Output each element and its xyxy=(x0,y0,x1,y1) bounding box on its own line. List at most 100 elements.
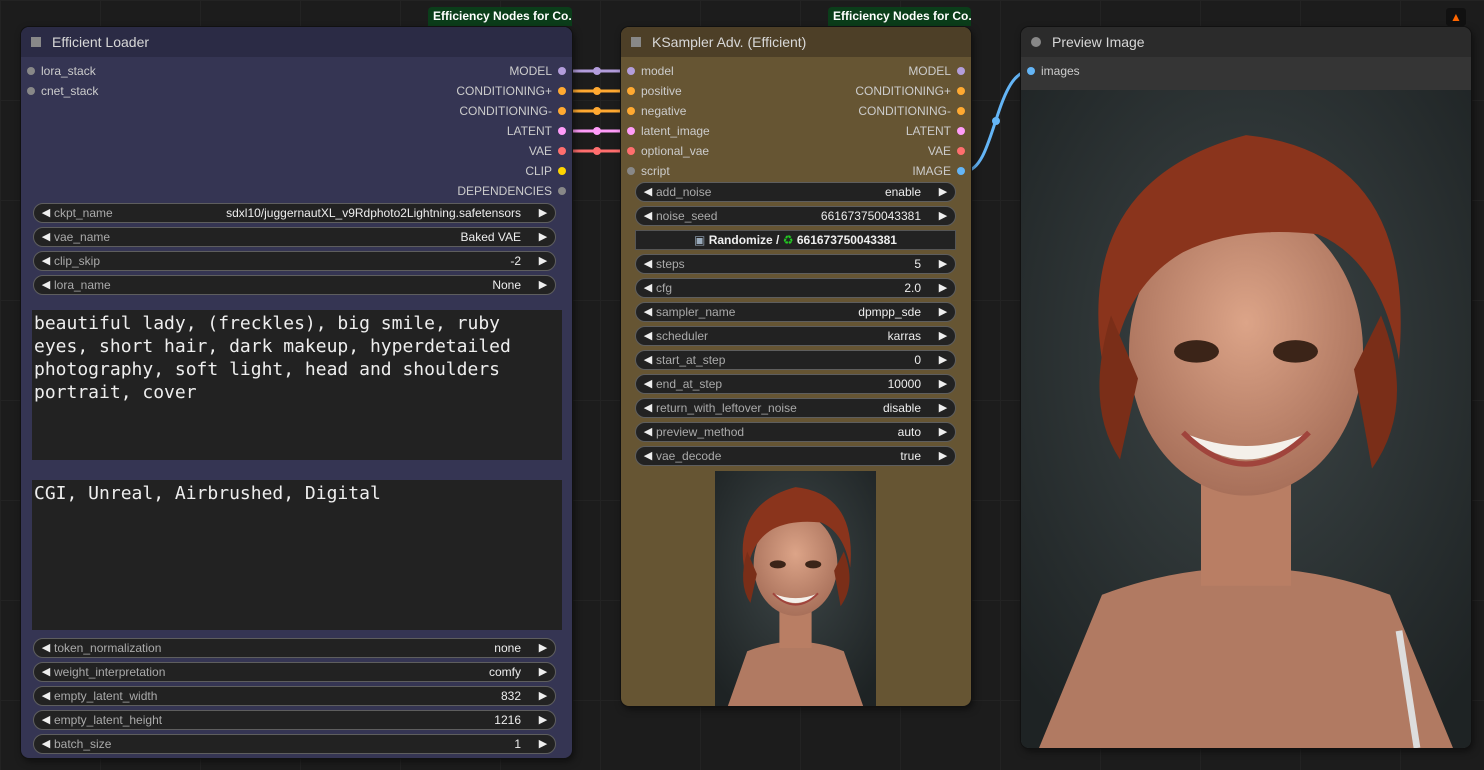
decrement-arrow-icon[interactable]: ◀ xyxy=(39,252,53,270)
decrement-arrow-icon[interactable]: ◀ xyxy=(641,399,655,417)
input-images[interactable]: images xyxy=(1021,61,1080,81)
decrement-arrow-icon[interactable]: ◀ xyxy=(641,327,655,345)
output-vae[interactable]: VAE xyxy=(529,141,572,161)
output-conditioning-plus[interactable]: CONDITIONING+ xyxy=(456,81,572,101)
decrement-arrow-icon[interactable]: ◀ xyxy=(641,447,655,465)
preview-image-node[interactable]: Preview Image images xyxy=(1021,27,1471,748)
output-latent[interactable]: LATENT xyxy=(507,121,572,141)
increment-arrow-icon[interactable]: ▶ xyxy=(936,207,950,225)
increment-arrow-icon[interactable]: ▶ xyxy=(536,711,550,729)
widget-vae-decode[interactable]: ◀ vae_decode true ▶ xyxy=(635,446,956,466)
efficient-loader-node[interactable]: Efficient Loader lora_stack cnet_stack M… xyxy=(21,27,572,758)
randomize-seed-button[interactable]: ▣ Randomize / ♻ 661673750043381 xyxy=(635,230,956,250)
widget-lora-name[interactable]: ◀ lora_name None ▶ xyxy=(33,275,556,295)
decrement-arrow-icon[interactable]: ◀ xyxy=(641,423,655,441)
decrement-arrow-icon[interactable]: ◀ xyxy=(39,276,53,294)
increment-arrow-icon[interactable]: ▶ xyxy=(936,255,950,273)
output-conditioning-plus[interactable]: CONDITIONING+ xyxy=(855,81,971,101)
preview-output-image[interactable] xyxy=(1021,90,1471,748)
decrement-arrow-icon[interactable]: ◀ xyxy=(641,183,655,201)
widget-empty-latent-height[interactable]: ◀ empty_latent_height 1216 ▶ xyxy=(33,710,556,730)
increment-arrow-icon[interactable]: ▶ xyxy=(936,327,950,345)
increment-arrow-icon[interactable]: ▶ xyxy=(536,687,550,705)
node-graph-canvas[interactable]: Efficiency Nodes for Co.. Efficiency Nod… xyxy=(0,0,1484,770)
widget-steps[interactable]: ◀ steps 5 ▶ xyxy=(635,254,956,274)
decrement-arrow-icon[interactable]: ◀ xyxy=(641,207,655,225)
widget-scheduler[interactable]: ◀ scheduler karras ▶ xyxy=(635,326,956,346)
widget-vae-name[interactable]: ◀ vae_name Baked VAE ▶ xyxy=(33,227,556,247)
decrement-arrow-icon[interactable]: ◀ xyxy=(641,375,655,393)
increment-arrow-icon[interactable]: ▶ xyxy=(936,375,950,393)
preview-image-title-bar[interactable]: Preview Image xyxy=(1021,27,1471,57)
output-conditioning-minus[interactable]: CONDITIONING- xyxy=(858,101,971,121)
output-model[interactable]: MODEL xyxy=(509,61,572,81)
increment-arrow-icon[interactable]: ▶ xyxy=(936,423,950,441)
input-negative[interactable]: negative xyxy=(621,101,686,121)
decrement-arrow-icon[interactable]: ◀ xyxy=(39,204,53,222)
decrement-arrow-icon[interactable]: ◀ xyxy=(39,663,53,681)
widget-return-with-leftover-noise[interactable]: ◀ return_with_leftover_noise disable ▶ xyxy=(635,398,956,418)
decrement-arrow-icon[interactable]: ◀ xyxy=(39,639,53,657)
decrement-arrow-icon[interactable]: ◀ xyxy=(39,228,53,246)
collapse-toggle[interactable] xyxy=(31,37,41,47)
comfy-logo-icon[interactable]: ▲ xyxy=(1446,8,1466,26)
efficient-loader-title-bar[interactable]: Efficient Loader xyxy=(21,27,572,57)
widget-batch-size[interactable]: ◀ batch_size 1 ▶ xyxy=(33,734,556,754)
output-latent[interactable]: LATENT xyxy=(906,121,971,141)
widget-start-at-step[interactable]: ◀ start_at_step 0 ▶ xyxy=(635,350,956,370)
increment-arrow-icon[interactable]: ▶ xyxy=(936,351,950,369)
output-dependencies[interactable]: DEPENDENCIES xyxy=(457,181,572,201)
decrement-arrow-icon[interactable]: ◀ xyxy=(641,279,655,297)
increment-arrow-icon[interactable]: ▶ xyxy=(936,399,950,417)
decrement-arrow-icon[interactable]: ◀ xyxy=(641,255,655,273)
input-positive[interactable]: positive xyxy=(621,81,682,101)
increment-arrow-icon[interactable]: ▶ xyxy=(936,279,950,297)
input-cnet-stack[interactable]: cnet_stack xyxy=(21,81,98,101)
increment-arrow-icon[interactable]: ▶ xyxy=(536,663,550,681)
increment-arrow-icon[interactable]: ▶ xyxy=(536,252,550,270)
widget-weight-interpretation[interactable]: ◀ weight_interpretation comfy ▶ xyxy=(33,662,556,682)
increment-arrow-icon[interactable]: ▶ xyxy=(536,735,550,753)
increment-arrow-icon[interactable]: ▶ xyxy=(536,228,550,246)
output-clip[interactable]: CLIP xyxy=(525,161,572,181)
widget-add-noise[interactable]: ◀ add_noise enable ▶ xyxy=(635,182,956,202)
input-optional-vae[interactable]: optional_vae xyxy=(621,141,709,161)
increment-arrow-icon[interactable]: ▶ xyxy=(536,276,550,294)
widget-value: auto xyxy=(897,425,921,439)
ksampler-title-bar[interactable]: KSampler Adv. (Efficient) xyxy=(621,27,971,57)
increment-arrow-icon[interactable]: ▶ xyxy=(936,303,950,321)
widget-end-at-step[interactable]: ◀ end_at_step 10000 ▶ xyxy=(635,374,956,394)
decrement-arrow-icon[interactable]: ◀ xyxy=(39,711,53,729)
widget-ckpt-name[interactable]: ◀ ckpt_name sdxl10/juggernautXL_v9Rdphot… xyxy=(33,203,556,223)
widget-sampler-name[interactable]: ◀ sampler_name dpmpp_sde ▶ xyxy=(635,302,956,322)
input-script[interactable]: script xyxy=(621,161,670,181)
output-model[interactable]: MODEL xyxy=(908,61,971,81)
output-image[interactable]: IMAGE xyxy=(912,161,971,181)
decrement-arrow-icon[interactable]: ◀ xyxy=(39,687,53,705)
widget-token-normalization[interactable]: ◀ token_normalization none ▶ xyxy=(33,638,556,658)
input-latent-image[interactable]: latent_image xyxy=(621,121,710,141)
collapse-toggle[interactable] xyxy=(631,37,641,47)
increment-arrow-icon[interactable]: ▶ xyxy=(536,639,550,657)
collapse-toggle[interactable] xyxy=(1031,37,1041,47)
slot-dot xyxy=(558,127,566,135)
increment-arrow-icon[interactable]: ▶ xyxy=(936,447,950,465)
widget-cfg[interactable]: ◀ cfg 2.0 ▶ xyxy=(635,278,956,298)
decrement-arrow-icon[interactable]: ◀ xyxy=(641,303,655,321)
negative-prompt-textarea[interactable]: CGI, Unreal, Airbrushed, Digital xyxy=(32,480,562,630)
decrement-arrow-icon[interactable]: ◀ xyxy=(39,735,53,753)
output-conditioning-minus[interactable]: CONDITIONING- xyxy=(459,101,572,121)
positive-prompt-textarea[interactable]: beautiful lady, (freckles), big smile, r… xyxy=(32,310,562,460)
input-lora-stack[interactable]: lora_stack xyxy=(21,61,96,81)
decrement-arrow-icon[interactable]: ◀ xyxy=(641,351,655,369)
increment-arrow-icon[interactable]: ▶ xyxy=(936,183,950,201)
widget-clip-skip[interactable]: ◀ clip_skip -2 ▶ xyxy=(33,251,556,271)
widget-value: 10000 xyxy=(887,377,921,391)
widget-empty-latent-width[interactable]: ◀ empty_latent_width 832 ▶ xyxy=(33,686,556,706)
ksampler-adv-node[interactable]: KSampler Adv. (Efficient) model positive… xyxy=(621,27,971,706)
widget-preview-method[interactable]: ◀ preview_method auto ▶ xyxy=(635,422,956,442)
increment-arrow-icon[interactable]: ▶ xyxy=(536,204,550,222)
input-model[interactable]: model xyxy=(621,61,674,81)
output-vae[interactable]: VAE xyxy=(928,141,971,161)
widget-noise-seed[interactable]: ◀ noise_seed 661673750043381 ▶ xyxy=(635,206,956,226)
